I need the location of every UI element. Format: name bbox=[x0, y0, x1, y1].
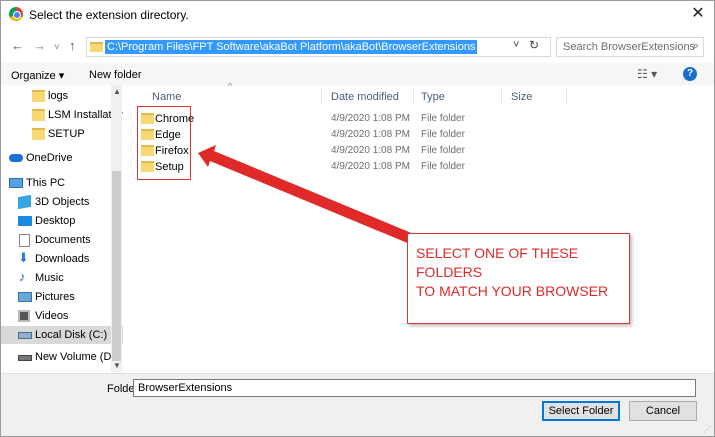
resize-grip-icon[interactable]: ⋰ bbox=[703, 425, 711, 434]
annotation-arrow bbox=[198, 145, 421, 247]
folder-name-input[interactable]: BrowserExtensions bbox=[133, 379, 696, 397]
file-dialog: Select the extension directory. ✕ ← → ˅ … bbox=[0, 0, 715, 437]
dialog-footer: Folder: BrowserExtensions Select Folder … bbox=[1, 373, 714, 436]
select-folder-button[interactable]: Select Folder bbox=[542, 401, 620, 421]
callout-text: SELECT ONE OF THESE FOLDERS TO MATCH YOU… bbox=[416, 245, 609, 299]
cancel-button[interactable]: Cancel bbox=[629, 401, 697, 421]
folder-name-value: BrowserExtensions bbox=[138, 382, 233, 394]
annotation-callout: SELECT ONE OF THESE FOLDERS TO MATCH YOU… bbox=[407, 233, 630, 324]
arrow-shape bbox=[198, 145, 421, 247]
